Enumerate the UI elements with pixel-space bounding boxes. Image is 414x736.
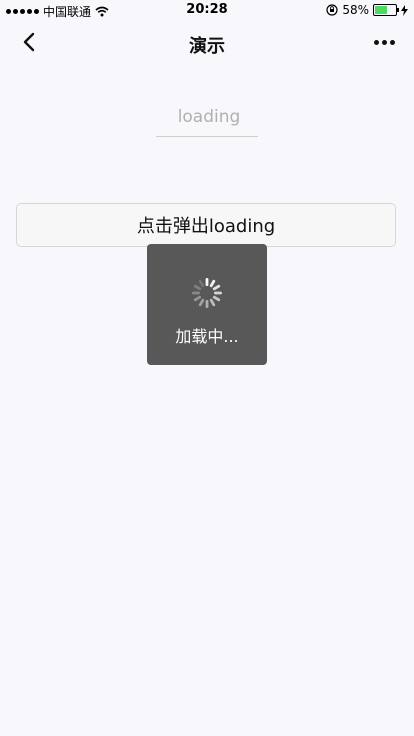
status-bar: 中国联通 20:28 58% (0, 0, 414, 20)
loading-input[interactable] (156, 98, 262, 136)
spinner-icon (192, 278, 222, 308)
toast-label: 加载中... (175, 327, 239, 346)
battery-percent: 58% (342, 3, 369, 17)
battery-icon (373, 4, 399, 16)
show-loading-button[interactable]: 点击弹出loading (16, 203, 396, 247)
page-title: 演示 (189, 36, 225, 57)
status-right: 58% (326, 3, 408, 17)
more-dots-icon[interactable] (374, 32, 398, 52)
rotation-lock-icon (326, 4, 338, 16)
loading-toast: 加载中... (147, 244, 267, 365)
charging-bolt-icon (401, 4, 408, 16)
loading-input-field[interactable] (156, 98, 262, 137)
navigation-bar: 演示 (0, 20, 414, 66)
battery-fill (375, 6, 387, 14)
